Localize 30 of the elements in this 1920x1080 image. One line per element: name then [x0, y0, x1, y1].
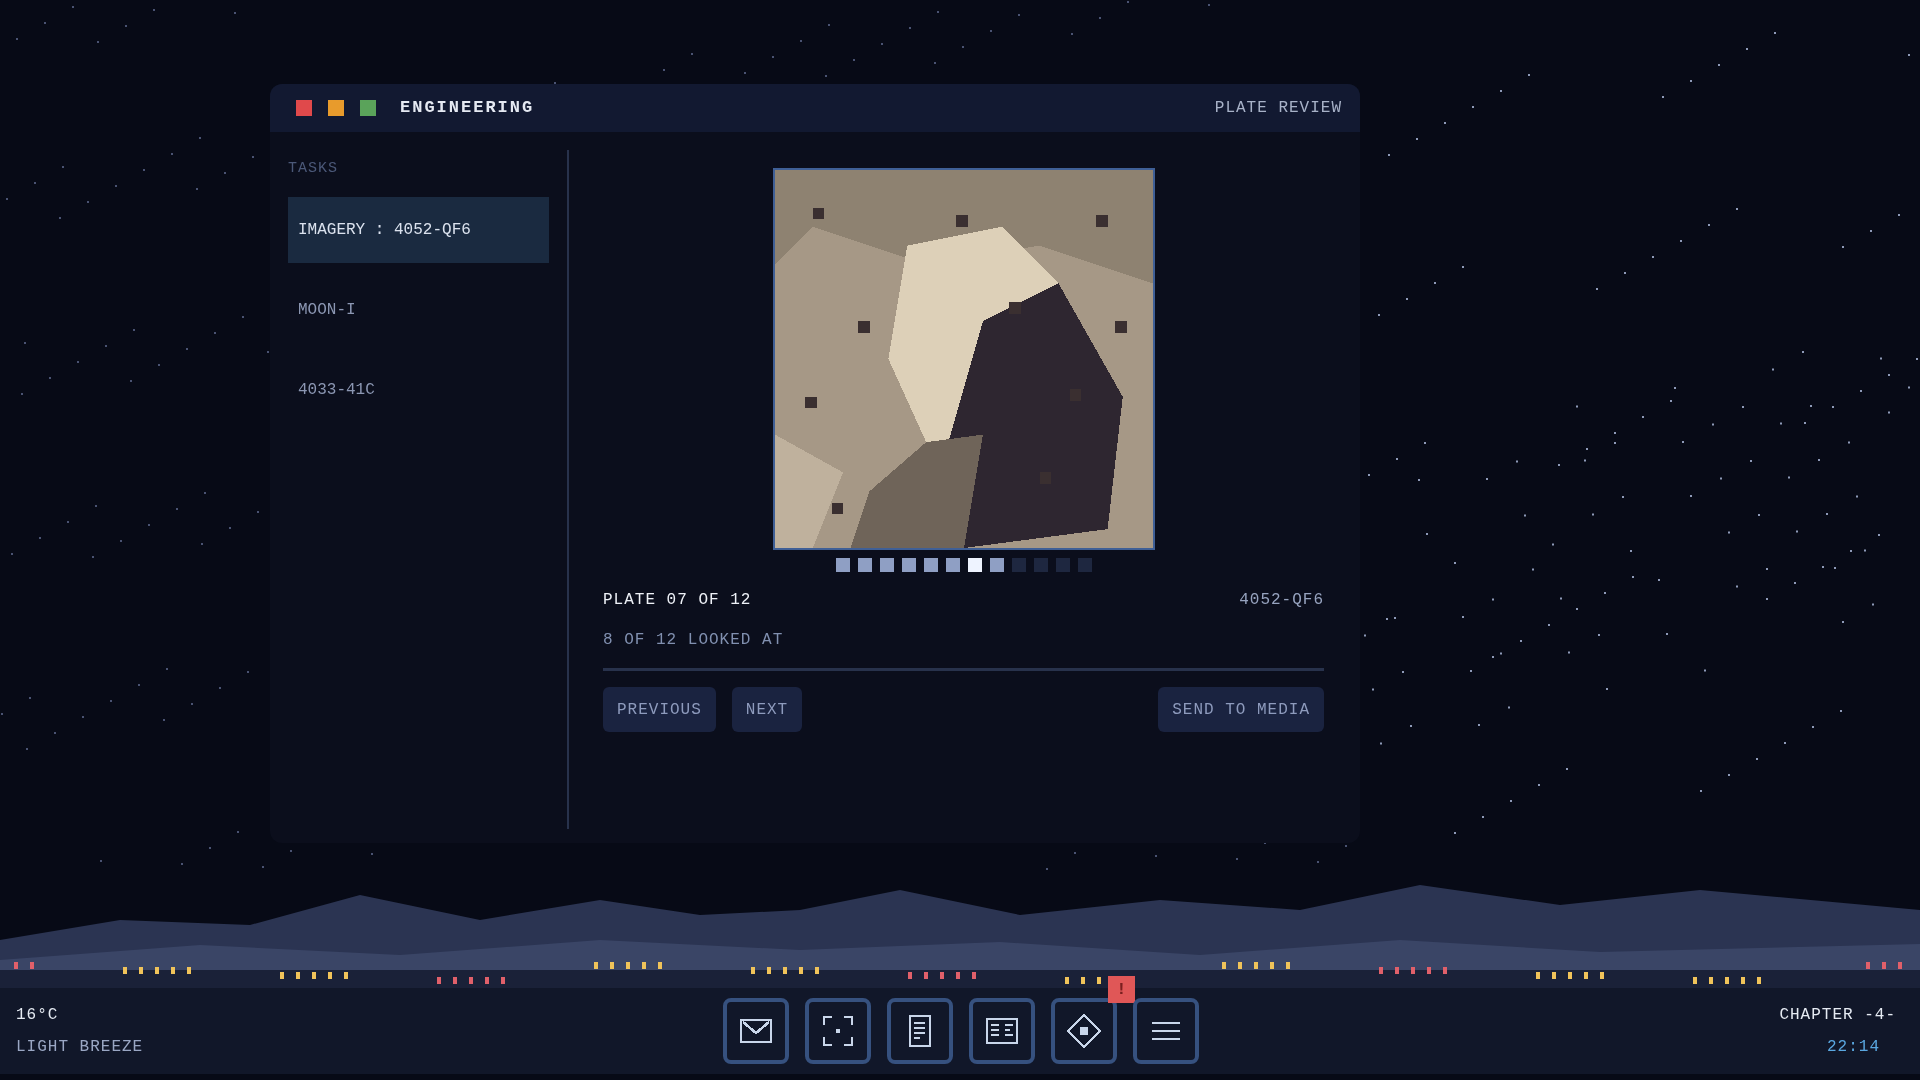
send-button[interactable]: SEND TO MEDIA — [1158, 687, 1324, 732]
task-item[interactable]: MOON-I — [288, 276, 549, 343]
task-item[interactable]: IMAGERY : 4052-QF6 — [288, 196, 549, 263]
plate-indicator[interactable] — [945, 558, 960, 572]
weather-text: LIGHT BREEZE — [16, 1037, 144, 1058]
taskbar-button[interactable] — [969, 998, 1036, 1064]
temperature-text: 16°C — [16, 1005, 60, 1026]
previous-button[interactable]: PREVIOUS — [603, 687, 716, 732]
task-item[interactable]: 4033-41C — [288, 356, 549, 423]
taskbar-button[interactable] — [1133, 998, 1200, 1064]
plate-indicator[interactable] — [901, 558, 916, 572]
plate-indicator[interactable] — [835, 558, 850, 572]
plate-code: 4052-QF6 — [1239, 590, 1324, 611]
plate-indicator[interactable] — [923, 558, 938, 572]
plate-indicator[interactable] — [879, 558, 894, 572]
taskbar-button[interactable] — [805, 998, 872, 1064]
plate-indicator[interactable] — [857, 558, 872, 572]
taskbar-button[interactable] — [887, 998, 954, 1064]
plate-position: PLATE 07 OF 12 — [603, 590, 752, 611]
alert-badge: ! — [1108, 976, 1136, 1003]
clock-text: 22:14 — [1827, 1037, 1881, 1058]
sidebar-heading: TASKS — [288, 159, 339, 179]
chapter-text: CHAPTER -4- — [1779, 1005, 1896, 1026]
window-subtitle: PLATE REVIEW — [1214, 98, 1342, 119]
plate-indicator[interactable] — [967, 558, 982, 572]
plate-indicator[interactable] — [989, 558, 1004, 572]
taskbar-button[interactable] — [1051, 998, 1118, 1064]
taskbar-button[interactable] — [723, 998, 790, 1064]
window-title: ENGINEERING — [400, 97, 535, 120]
next-button[interactable]: NEXT — [731, 687, 803, 732]
